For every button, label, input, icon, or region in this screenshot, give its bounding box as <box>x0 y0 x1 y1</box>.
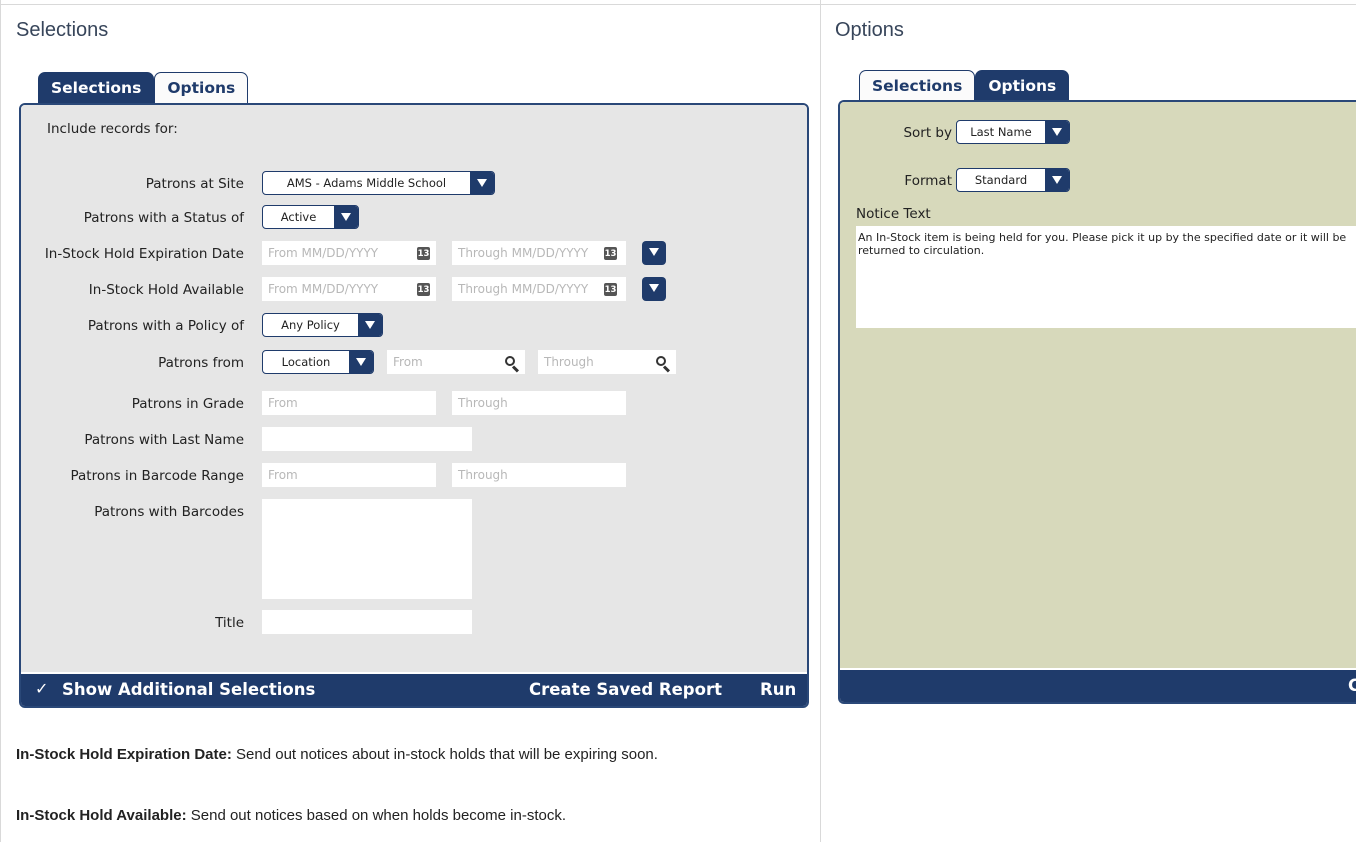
tab-selections[interactable]: Selections <box>859 70 976 102</box>
expiration-from-field[interactable]: From MM/DD/YYYY <box>262 241 436 265</box>
description-available: In-Stock Hold Available: Send out notice… <box>16 806 806 826</box>
selections-panel: Include records for: Patrons at Site AMS… <box>19 103 809 708</box>
calendar-icon[interactable]: 13 <box>604 247 617 260</box>
format-label: Format <box>904 173 952 189</box>
status-label: Patrons with a Status of <box>83 210 244 226</box>
options-section: Options Selections Options Sort by Last … <box>820 0 1356 842</box>
available-label: In-Stock Hold Available <box>88 282 244 298</box>
panel-footer: ✓ Show Additional Selections Create Save… <box>21 674 807 706</box>
calendar-icon[interactable]: 13 <box>417 283 430 296</box>
last-name-label: Patrons with Last Name <box>84 432 244 448</box>
available-from-field[interactable]: From MM/DD/YYYY <box>262 277 436 301</box>
description-text: Send out notices about in-stock holds th… <box>231 746 658 763</box>
description-term: In-Stock Hold Expiration Date: <box>16 746 232 763</box>
section-title: Options <box>835 19 904 41</box>
sort-by-dropdown[interactable]: Last Name <box>956 120 1070 144</box>
patrons-from-value: Location <box>281 355 331 369</box>
grade-from-field[interactable]: From <box>262 391 436 415</box>
tab-options[interactable]: Options <box>975 70 1070 102</box>
title-label: Title <box>215 615 244 631</box>
notice-textarea[interactable]: An In-Stock item is being held for you. … <box>856 226 1356 328</box>
sort-by-label: Sort by <box>903 125 952 141</box>
calendar-icon[interactable]: 13 <box>604 283 617 296</box>
status-value: Active <box>280 210 317 224</box>
description-term: In-Stock Hold Available: <box>16 807 187 824</box>
barcode-range-label: Patrons in Barcode Range <box>70 468 244 484</box>
notice-text-label: Notice Text <box>856 206 931 222</box>
chevron-down-icon <box>1045 121 1069 143</box>
selections-section: Selections Selections Options Include re… <box>0 0 820 842</box>
patrons-from-dropdown[interactable]: Location <box>262 350 374 374</box>
grade-through-field[interactable]: Through <box>452 391 626 415</box>
chevron-down-icon <box>349 351 373 373</box>
show-additional-selections-toggle[interactable]: Show Additional Selections <box>62 680 315 699</box>
site-label: Patrons at Site <box>145 176 244 192</box>
policy-value: Any Policy <box>281 318 340 332</box>
available-through-field[interactable]: Through MM/DD/YYYY <box>452 277 626 301</box>
expiration-through-field[interactable]: Through MM/DD/YYYY <box>452 241 626 265</box>
site-value: AMS - Adams Middle School <box>286 176 447 190</box>
section-divider <box>1 4 820 5</box>
chevron-down-icon <box>470 172 494 194</box>
grade-label: Patrons in Grade <box>131 396 244 412</box>
footer-button-partial[interactable]: C <box>1348 676 1356 695</box>
patrons-from-label: Patrons from <box>158 355 244 371</box>
status-dropdown[interactable]: Active <box>262 205 359 229</box>
checkbox-checked-icon[interactable]: ✓ <box>35 679 48 698</box>
run-button[interactable]: Run <box>760 680 796 699</box>
chevron-down-icon <box>1045 169 1069 191</box>
panel-body: Include records for: Patrons at Site AMS… <box>21 105 807 672</box>
expiration-options-button[interactable] <box>642 241 666 265</box>
barcodes-textarea[interactable] <box>262 499 472 599</box>
panel-body: Sort by Last Name Format Standard Notice… <box>840 102 1356 668</box>
tab-bar: Selections Options <box>38 72 249 104</box>
barcode-through-field[interactable]: Through <box>452 463 626 487</box>
section-divider <box>821 4 1356 5</box>
section-title: Selections <box>16 19 109 41</box>
tab-selections[interactable]: Selections <box>38 72 155 104</box>
site-dropdown[interactable]: AMS - Adams Middle School <box>262 171 495 195</box>
title-field[interactable] <box>262 610 472 634</box>
format-value: Standard <box>974 173 1028 187</box>
description-text: Send out notices based on when holds bec… <box>186 807 566 824</box>
sort-by-value: Last Name <box>970 125 1032 139</box>
include-records-label: Include records for: <box>47 121 178 137</box>
barcode-from-field[interactable]: From <box>262 463 436 487</box>
policy-label: Patrons with a Policy of <box>87 318 244 334</box>
tab-options[interactable]: Options <box>154 72 249 104</box>
barcodes-label: Patrons with Barcodes <box>94 504 244 520</box>
last-name-field[interactable] <box>262 427 472 451</box>
options-panel: Sort by Last Name Format Standard Notice… <box>838 100 1356 704</box>
chevron-down-icon <box>334 206 358 228</box>
tab-bar: Selections Options <box>859 70 1070 102</box>
expiration-label: In-Stock Hold Expiration Date <box>44 246 244 262</box>
create-saved-report-button[interactable]: Create Saved Report <box>529 680 722 699</box>
format-dropdown[interactable]: Standard <box>956 168 1070 192</box>
panel-footer: C <box>840 670 1356 702</box>
chevron-down-icon <box>358 314 382 336</box>
description-expiration: In-Stock Hold Expiration Date: Send out … <box>16 745 806 765</box>
policy-dropdown[interactable]: Any Policy <box>262 313 383 337</box>
available-options-button[interactable] <box>642 277 666 301</box>
search-icon[interactable] <box>505 356 520 373</box>
calendar-icon[interactable]: 13 <box>417 247 430 260</box>
search-icon[interactable] <box>656 356 671 373</box>
